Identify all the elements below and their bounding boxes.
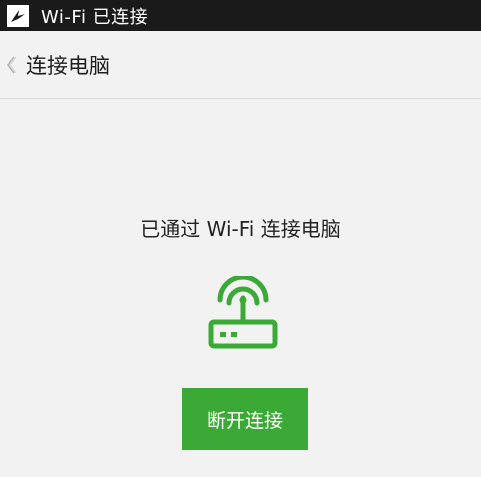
- connection-message: 已通过 Wi-Fi 连接电脑: [140, 217, 341, 241]
- disconnect-button[interactable]: 断开连接: [182, 388, 308, 450]
- page-title: 连接电脑: [26, 53, 110, 78]
- bird-logo-icon: [7, 4, 29, 27]
- nav-bar: 连接电脑: [0, 31, 481, 99]
- status-bar: Wi-Fi 已连接: [0, 0, 481, 31]
- status-title: Wi-Fi 已连接: [41, 6, 149, 28]
- chevron-left-icon[interactable]: [3, 55, 19, 75]
- wifi-router-icon: [208, 276, 278, 349]
